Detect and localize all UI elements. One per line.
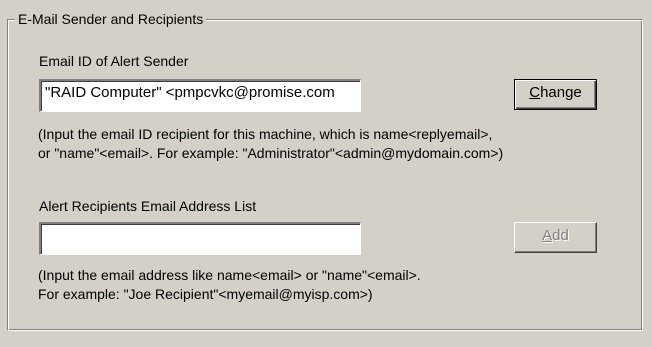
recipients-hint-line2: For example: "Joe Recipient"<myemail@myi… — [38, 286, 373, 302]
add-button-label: dd — [552, 227, 569, 244]
recipients-hint-line1: (Input the email address like name<email… — [38, 267, 421, 283]
add-button[interactable]: Add — [514, 222, 597, 253]
recipients-label: Alert Recipients Email Address List — [39, 198, 257, 214]
sender-email-value: "RAID Computer" <pmpcvkc@promise.com — [45, 84, 335, 101]
change-button-mnemonic: C — [529, 84, 541, 101]
add-button-mnemonic: A — [542, 227, 553, 244]
groupbox-title: E-Mail Sender and Recipients — [15, 10, 207, 28]
sender-hint-line1: (Input the email ID recipient for this m… — [38, 126, 493, 142]
sender-label: Email ID of Alert Sender — [39, 53, 189, 69]
email-settings-panel: E-Mail Sender and Recipients Email ID of… — [0, 0, 652, 347]
sender-email-input[interactable]: "RAID Computer" <pmpcvkc@promise.com — [39, 79, 361, 112]
change-button-label: hange — [540, 84, 582, 101]
change-button[interactable]: Change — [514, 79, 597, 110]
sender-hint-line2: or "name"<email>. For example: "Administ… — [38, 145, 504, 161]
recipient-email-input[interactable] — [39, 222, 361, 255]
